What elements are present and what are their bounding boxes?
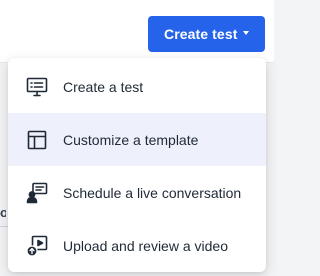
menu-item-label: Customize a template <box>63 131 199 148</box>
caret-down-icon <box>243 31 249 35</box>
menu-item-upload-and-review-a-video[interactable]: Upload and review a video <box>8 219 266 272</box>
menu-item-customize-a-template[interactable]: Customize a template <box>8 113 266 166</box>
background-partial-text: o <box>0 205 6 220</box>
menu-item-label: Schedule a live conversation <box>63 184 242 201</box>
menu-item-create-a-test[interactable]: Create a test <box>8 60 266 113</box>
live-conversation-icon <box>26 182 48 204</box>
menu-item-schedule-a-live-conversation[interactable]: Schedule a live conversation <box>8 166 266 219</box>
video-upload-icon <box>26 235 48 257</box>
template-layout-icon <box>26 129 48 151</box>
menu-item-label: Upload and review a video <box>63 237 228 254</box>
create-test-button-label: Create test <box>164 26 238 42</box>
menu-item-label: Create a test <box>63 78 144 95</box>
create-test-dropdown-menu: Create a test Customize a template Sched… <box>8 58 266 272</box>
monitor-checklist-icon <box>26 76 48 98</box>
create-test-button[interactable]: Create test <box>148 16 265 52</box>
